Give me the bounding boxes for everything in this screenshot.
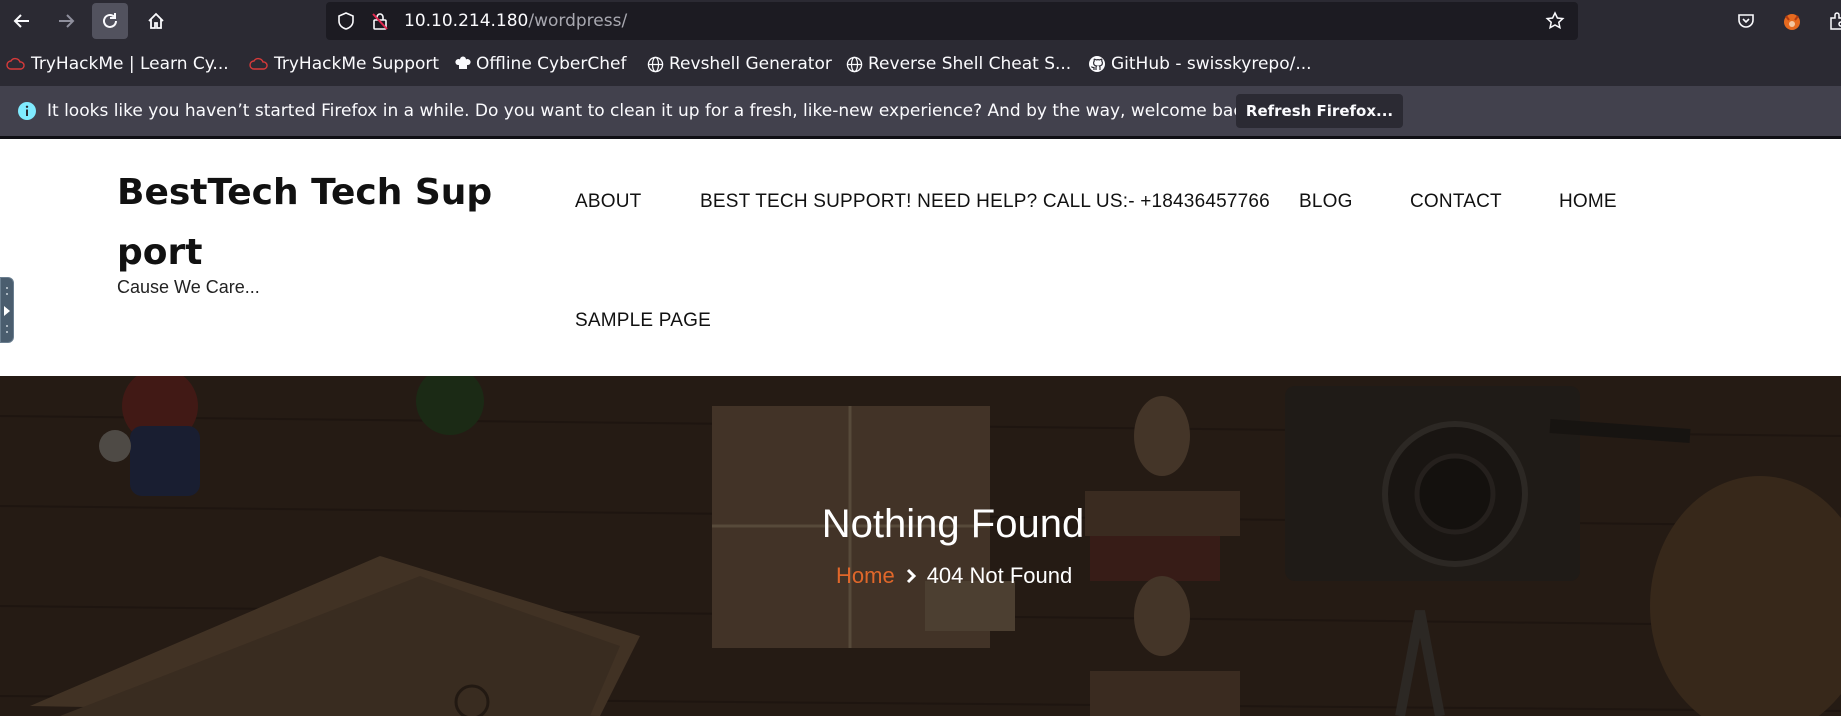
- back-button[interactable]: [4, 3, 40, 39]
- site-tagline: Cause We Care...: [117, 277, 260, 297]
- nav-item-about[interactable]: ABOUT: [575, 191, 641, 213]
- extension-fox-icon[interactable]: [1781, 10, 1803, 32]
- bookmark-revshell-generator[interactable]: Revshell Generator: [647, 54, 832, 74]
- refresh-firefox-button[interactable]: Refresh Firefox...: [1236, 94, 1403, 128]
- hero-banner: Nothing Found Home 404 Not Found: [0, 376, 1841, 716]
- back-arrow-icon: [13, 14, 29, 28]
- nav-item-sample-page[interactable]: SAMPLE PAGE: [575, 310, 711, 332]
- reload-button[interactable]: [92, 3, 128, 39]
- home-icon: [148, 12, 164, 29]
- bookmark-tryhackme-learn[interactable]: TryHackMe | Learn Cy...: [6, 54, 229, 74]
- shield-icon: [338, 12, 354, 30]
- breadcrumb: Home 404 Not Found: [836, 563, 1072, 589]
- nav-item-contact[interactable]: CONTACT: [1410, 191, 1502, 213]
- breadcrumb-home-link[interactable]: Home: [836, 563, 895, 589]
- bookmark-star-icon[interactable]: [1545, 11, 1565, 31]
- url-text: 10.10.214.180/wordpress/: [404, 11, 627, 31]
- url-bar[interactable]: 10.10.214.180/wordpress/: [326, 2, 1578, 40]
- pocket-icon[interactable]: [1736, 11, 1756, 31]
- nav-item-blog[interactable]: BLOG: [1299, 191, 1353, 213]
- bookmarks-bar: TryHackMe | Learn Cy... TryHackMe Suppor…: [0, 42, 1841, 86]
- extensions-puzzle-icon[interactable]: [1828, 11, 1841, 31]
- notification-message: It looks like you haven’t started Firefo…: [47, 101, 1260, 121]
- nav-item-support-call[interactable]: BEST TECH SUPPORT! NEED HELP? CALL US:- …: [700, 191, 1270, 213]
- bookmark-label: GitHub - swisskyrepo/...: [1111, 54, 1312, 74]
- reload-icon: [103, 13, 117, 28]
- browser-toolbar: 10.10.214.180/wordpress/: [0, 0, 1841, 42]
- bookmark-tryhackme-support[interactable]: TryHackMe Support: [249, 54, 439, 74]
- bookmark-label: Offline CyberChef: [476, 54, 627, 74]
- bookmark-label: Revshell Generator: [669, 54, 832, 74]
- forward-button[interactable]: [48, 3, 84, 39]
- nav-item-home[interactable]: HOME: [1559, 191, 1617, 213]
- sidebar-toggle-tab[interactable]: [0, 277, 14, 343]
- breadcrumb-current: 404 Not Found: [926, 563, 1073, 588]
- url-path: /wordpress/: [528, 11, 628, 31]
- bookmark-label: TryHackMe Support: [274, 54, 440, 74]
- bookmark-reverse-shell-cheat[interactable]: Reverse Shell Cheat S...: [846, 54, 1071, 74]
- play-arrow-icon: [4, 287, 10, 333]
- globe-icon: [647, 56, 664, 73]
- info-icon: [18, 102, 36, 120]
- site-header: BestTech Tech Support Cause We Care... A…: [0, 136, 1841, 376]
- bookmark-label: TryHackMe | Learn Cy...: [31, 54, 229, 74]
- cloud-icon: [6, 57, 26, 71]
- chef-hat-icon: [455, 56, 471, 72]
- insecure-lock-icon: [372, 13, 388, 30]
- cloud-icon: [249, 57, 269, 71]
- url-host: 10.10.214.180: [404, 11, 529, 31]
- notification-bar: It looks like you haven’t started Firefo…: [0, 86, 1841, 136]
- site-title[interactable]: BestTech Tech Support: [117, 163, 517, 283]
- forward-arrow-icon: [59, 14, 75, 28]
- github-icon: [1088, 55, 1106, 73]
- bookmark-offline-cyberchef[interactable]: Offline CyberChef: [455, 54, 626, 74]
- globe-icon: [846, 56, 863, 73]
- bookmark-label: Reverse Shell Cheat S...: [868, 54, 1072, 74]
- home-button[interactable]: [138, 3, 174, 39]
- page-title: Nothing Found: [821, 502, 1085, 546]
- bookmark-github-swisskyrepo[interactable]: GitHub - swisskyrepo/...: [1088, 54, 1312, 74]
- chevron-right-icon: [905, 568, 917, 584]
